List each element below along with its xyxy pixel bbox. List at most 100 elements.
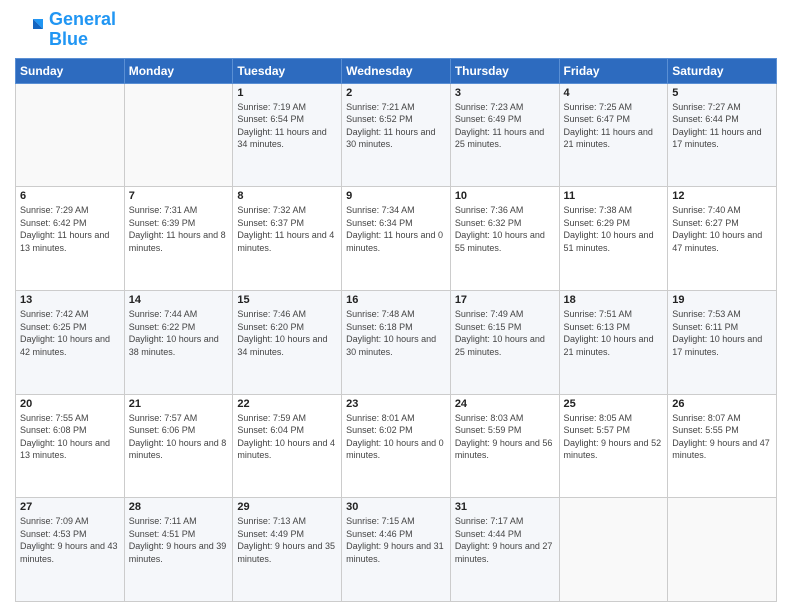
day-info: Sunrise: 7:32 AM Sunset: 6:37 PM Dayligh…: [237, 204, 337, 254]
calendar-cell: 4Sunrise: 7:25 AM Sunset: 6:47 PM Daylig…: [559, 83, 668, 187]
calendar-week-row: 1Sunrise: 7:19 AM Sunset: 6:54 PM Daylig…: [16, 83, 777, 187]
day-info: Sunrise: 7:40 AM Sunset: 6:27 PM Dayligh…: [672, 204, 772, 254]
day-number: 3: [455, 87, 555, 99]
day-number: 22: [237, 398, 337, 410]
weekday-header-row: SundayMondayTuesdayWednesdayThursdayFrid…: [16, 58, 777, 83]
day-number: 26: [672, 398, 772, 410]
weekday-header: Wednesday: [342, 58, 451, 83]
day-number: 13: [20, 294, 120, 306]
day-number: 7: [129, 190, 229, 202]
day-number: 29: [237, 501, 337, 513]
day-number: 5: [672, 87, 772, 99]
day-info: Sunrise: 7:42 AM Sunset: 6:25 PM Dayligh…: [20, 308, 120, 358]
calendar-cell: 6 Sunrise: 7:29 AM Sunset: 6:42 PM Daylig…: [16, 187, 125, 291]
day-info: Sunrise: 7:57 AM Sunset: 6:06 PM Dayligh…: [129, 412, 229, 462]
calendar-cell: 2 Sunrise: 7:21 AM Sunset: 6:52 PM Daylig…: [342, 83, 451, 187]
calendar-week-row: 20Sunrise: 7:55 AM Sunset: 6:08 PM Dayli…: [16, 394, 777, 498]
day-info: Sunrise: 8:01 AM Sunset: 6:02 PM Dayligh…: [346, 412, 446, 462]
day-number: 16: [346, 294, 446, 306]
calendar-cell: 20Sunrise: 7:55 AM Sunset: 6:08 PM Dayli…: [16, 394, 125, 498]
calendar-cell: 21 Sunrise: 7:57 AM Sunset: 6:06 PM Dayli…: [124, 394, 233, 498]
calendar-cell: 24 Sunrise: 8:03 AM Sunset: 5:59 PM Dayli…: [450, 394, 559, 498]
calendar-week-row: 13 Sunrise: 7:42 AM Sunset: 6:25 PM Dayli…: [16, 290, 777, 394]
calendar-cell: 8 Sunrise: 7:32 AM Sunset: 6:37 PM Daylig…: [233, 187, 342, 291]
calendar-cell: 12Sunrise: 7:40 AM Sunset: 6:27 PM Dayli…: [668, 187, 777, 291]
calendar-cell: 31Sunrise: 7:17 AM Sunset: 4:44 PM Dayli…: [450, 498, 559, 602]
day-number: 28: [129, 501, 229, 513]
day-info: Sunrise: 7:38 AM Sunset: 6:29 PM Dayligh…: [564, 204, 664, 254]
calendar-cell: 10 Sunrise: 7:36 AM Sunset: 6:32 PM Dayli…: [450, 187, 559, 291]
day-info: Sunrise: 7:15 AM Sunset: 4:46 PM Dayligh…: [346, 515, 446, 565]
day-number: 19: [672, 294, 772, 306]
day-info: Sunrise: 7:11 AM Sunset: 4:51 PM Dayligh…: [129, 515, 229, 565]
day-number: 9: [346, 190, 446, 202]
day-info: Sunrise: 8:05 AM Sunset: 5:57 PM Dayligh…: [564, 412, 664, 462]
logo-icon: [15, 15, 45, 45]
logo-blue: Blue: [49, 29, 88, 49]
day-info: Sunrise: 7:25 AM Sunset: 6:47 PM Dayligh…: [564, 101, 664, 151]
day-info: Sunrise: 8:07 AM Sunset: 5:55 PM Dayligh…: [672, 412, 772, 462]
day-info: Sunrise: 7:36 AM Sunset: 6:32 PM Dayligh…: [455, 204, 555, 254]
day-number: 14: [129, 294, 229, 306]
weekday-header: Monday: [124, 58, 233, 83]
calendar-cell: 22 Sunrise: 7:59 AM Sunset: 6:04 PM Dayli…: [233, 394, 342, 498]
calendar-cell: 9 Sunrise: 7:34 AM Sunset: 6:34 PM Daylig…: [342, 187, 451, 291]
calendar-cell: 25 Sunrise: 8:05 AM Sunset: 5:57 PM Dayli…: [559, 394, 668, 498]
day-number: 6: [20, 190, 120, 202]
calendar-cell: 16Sunrise: 7:48 AM Sunset: 6:18 PM Dayli…: [342, 290, 451, 394]
calendar-cell: 27Sunrise: 7:09 AM Sunset: 4:53 PM Dayli…: [16, 498, 125, 602]
day-number: 17: [455, 294, 555, 306]
day-number: 8: [237, 190, 337, 202]
weekday-header: Friday: [559, 58, 668, 83]
day-number: 30: [346, 501, 446, 513]
day-info: Sunrise: 7:34 AM Sunset: 6:34 PM Dayligh…: [346, 204, 446, 254]
logo-general: General: [49, 9, 116, 29]
day-info: Sunrise: 7:46 AM Sunset: 6:20 PM Dayligh…: [237, 308, 337, 358]
day-info: Sunrise: 7:23 AM Sunset: 6:49 PM Dayligh…: [455, 101, 555, 151]
calendar-cell: 5 Sunrise: 7:27 AM Sunset: 6:44 PM Daylig…: [668, 83, 777, 187]
logo-text: General Blue: [49, 10, 116, 50]
weekday-header: Thursday: [450, 58, 559, 83]
day-number: 10: [455, 190, 555, 202]
calendar-cell: 18 Sunrise: 7:51 AM Sunset: 6:13 PM Dayli…: [559, 290, 668, 394]
day-info: Sunrise: 7:13 AM Sunset: 4:49 PM Dayligh…: [237, 515, 337, 565]
calendar-cell: 26 Sunrise: 8:07 AM Sunset: 5:55 PM Dayli…: [668, 394, 777, 498]
day-number: 21: [129, 398, 229, 410]
day-info: Sunrise: 7:21 AM Sunset: 6:52 PM Dayligh…: [346, 101, 446, 151]
page: General Blue SundayMondayTuesdayWednesda…: [0, 0, 792, 612]
day-number: 11: [564, 190, 664, 202]
day-info: Sunrise: 7:29 AM Sunset: 6:42 PM Dayligh…: [20, 204, 120, 254]
calendar-cell: 30 Sunrise: 7:15 AM Sunset: 4:46 PM Dayli…: [342, 498, 451, 602]
calendar-cell: [124, 83, 233, 187]
day-number: 24: [455, 398, 555, 410]
day-info: Sunrise: 7:51 AM Sunset: 6:13 PM Dayligh…: [564, 308, 664, 358]
day-number: 15: [237, 294, 337, 306]
day-info: Sunrise: 7:31 AM Sunset: 6:39 PM Dayligh…: [129, 204, 229, 254]
day-number: 23: [346, 398, 446, 410]
weekday-header: Saturday: [668, 58, 777, 83]
day-number: 2: [346, 87, 446, 99]
calendar-cell: 15 Sunrise: 7:46 AM Sunset: 6:20 PM Dayli…: [233, 290, 342, 394]
day-info: Sunrise: 8:03 AM Sunset: 5:59 PM Dayligh…: [455, 412, 555, 462]
calendar-cell: 28 Sunrise: 7:11 AM Sunset: 4:51 PM Dayli…: [124, 498, 233, 602]
day-number: 18: [564, 294, 664, 306]
calendar-cell: [559, 498, 668, 602]
day-info: Sunrise: 7:59 AM Sunset: 6:04 PM Dayligh…: [237, 412, 337, 462]
day-info: Sunrise: 7:49 AM Sunset: 6:15 PM Dayligh…: [455, 308, 555, 358]
calendar-cell: 13 Sunrise: 7:42 AM Sunset: 6:25 PM Dayli…: [16, 290, 125, 394]
day-number: 25: [564, 398, 664, 410]
calendar-cell: 19Sunrise: 7:53 AM Sunset: 6:11 PM Dayli…: [668, 290, 777, 394]
calendar-table: SundayMondayTuesdayWednesdayThursdayFrid…: [15, 58, 777, 602]
day-info: Sunrise: 7:19 AM Sunset: 6:54 PM Dayligh…: [237, 101, 337, 151]
day-info: Sunrise: 7:09 AM Sunset: 4:53 PM Dayligh…: [20, 515, 120, 565]
calendar-cell: 29 Sunrise: 7:13 AM Sunset: 4:49 PM Dayli…: [233, 498, 342, 602]
calendar-cell: 23 Sunrise: 8:01 AM Sunset: 6:02 PM Dayli…: [342, 394, 451, 498]
day-info: Sunrise: 7:17 AM Sunset: 4:44 PM Dayligh…: [455, 515, 555, 565]
logo: General Blue: [15, 10, 116, 50]
calendar-cell: [668, 498, 777, 602]
day-number: 20: [20, 398, 120, 410]
calendar-week-row: 6 Sunrise: 7:29 AM Sunset: 6:42 PM Daylig…: [16, 187, 777, 291]
weekday-header: Tuesday: [233, 58, 342, 83]
day-info: Sunrise: 7:27 AM Sunset: 6:44 PM Dayligh…: [672, 101, 772, 151]
calendar-cell: 1Sunrise: 7:19 AM Sunset: 6:54 PM Daylig…: [233, 83, 342, 187]
